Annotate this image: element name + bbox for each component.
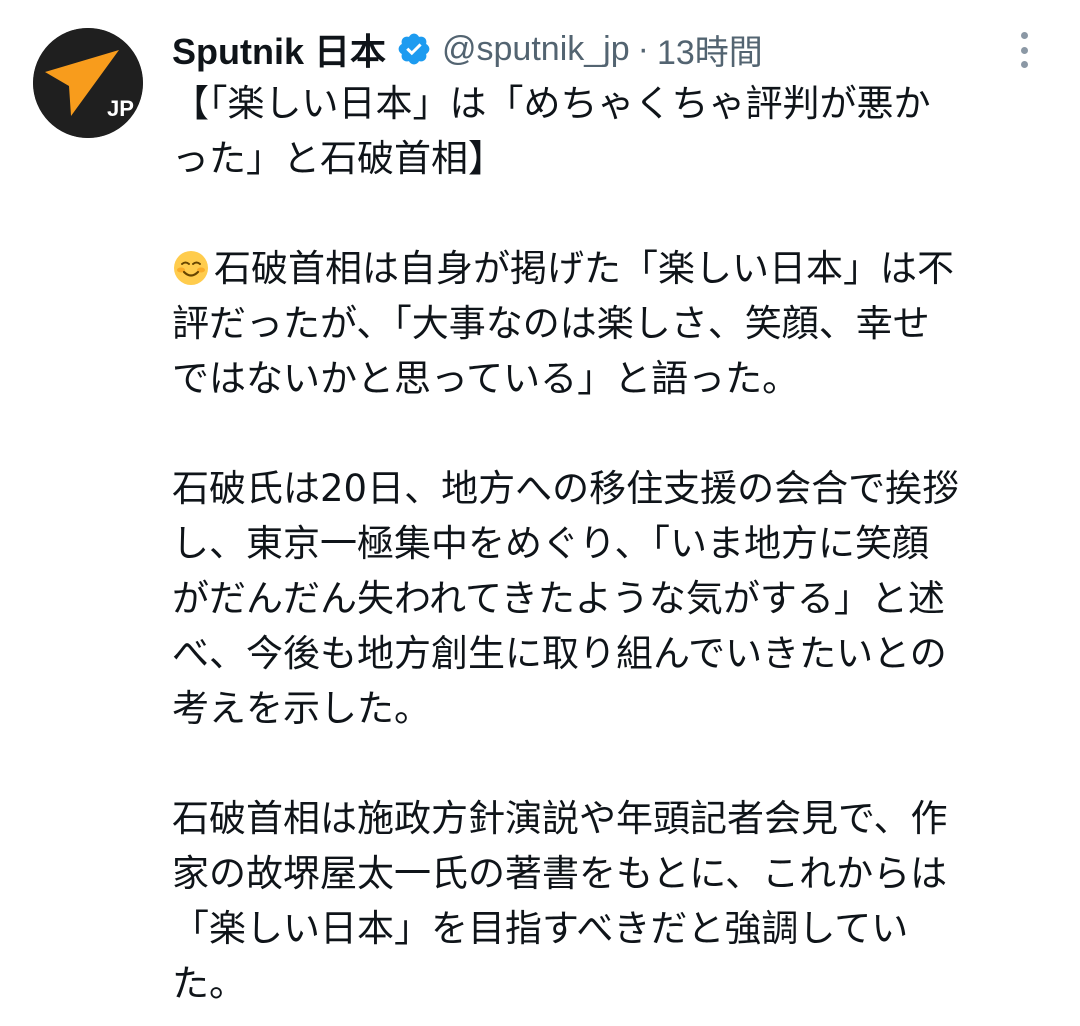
timestamp[interactable]: 13時間	[657, 25, 763, 74]
tweet: JP Sputnik 日本 @sputnik_jp · 13時間 【「楽しい日本…	[0, 0, 1080, 1026]
display-name[interactable]: Sputnik 日本	[172, 23, 386, 75]
headline-line: 【「楽しい日本」は「めちゃくちゃ評判が悪か	[172, 82, 931, 125]
smiling-face-icon	[172, 247, 210, 285]
paragraph-1: 石破首相は自身が掲げた「楽しい日本」は不 評だったが、「大事なのは楽しさ、笑顔、…	[172, 241, 1052, 406]
paragraph-line: べ、今後も地方創生に取り組んでいきたいとの	[172, 632, 947, 675]
paragraph-line: ではないかと思っている」と語った。	[172, 357, 800, 400]
headline-line: った」と石破首相】	[172, 137, 505, 180]
avatar-label: JP	[107, 96, 134, 121]
paragraph-line: 石破首相は自身が掲げた「楽しい日本」は不	[214, 247, 954, 290]
separator: ·	[637, 29, 649, 68]
avatar[interactable]: JP	[33, 28, 143, 138]
sputnik-logo-icon: JP	[33, 28, 143, 138]
user-handle[interactable]: @sputnik_jp	[442, 30, 630, 69]
verified-badge-icon	[396, 31, 432, 67]
paragraph-line: 石破首相は施政方針演説や年頭記者会見で、作	[172, 797, 948, 840]
paragraph-line: し、東京一極集中をめぐり、「いま地方に笑顔	[172, 522, 930, 565]
paragraph-line: 「楽しい日本」を目指すべきだと強調してい	[172, 907, 909, 950]
more-vertical-icon[interactable]	[1012, 28, 1036, 72]
paragraph-line: がだんだん失われてきたような気がする」と述	[172, 577, 945, 620]
paragraph-line: た。	[172, 962, 246, 1005]
paragraph-line: 石破氏は20日、地方への移住支援の会合で挨拶	[172, 467, 960, 510]
headline: 【「楽しい日本」は「めちゃくちゃ評判が悪か った」と石破首相】	[172, 76, 1052, 186]
paragraph-2: 石破氏は20日、地方への移住支援の会合で挨拶 し、東京一極集中をめぐり、「いま地…	[172, 461, 1052, 736]
paragraph-line: 考えを示した。	[172, 687, 431, 730]
tweet-text: 【「楽しい日本」は「めちゃくちゃ評判が悪か った」と石破首相】 石破首相は自身が…	[172, 76, 1052, 1011]
paragraph-3: 石破首相は施政方針演説や年頭記者会見で、作 家の故堺屋太一氏の著書をもとに、これ…	[172, 791, 1052, 1011]
paragraph-line: 評だったが、「大事なのは楽しさ、笑顔、幸せ	[172, 302, 930, 345]
tweet-header: Sputnik 日本 @sputnik_jp · 13時間	[172, 24, 763, 74]
paragraph-line: 家の故堺屋太一氏の著書をもとに、これからは	[172, 852, 948, 895]
